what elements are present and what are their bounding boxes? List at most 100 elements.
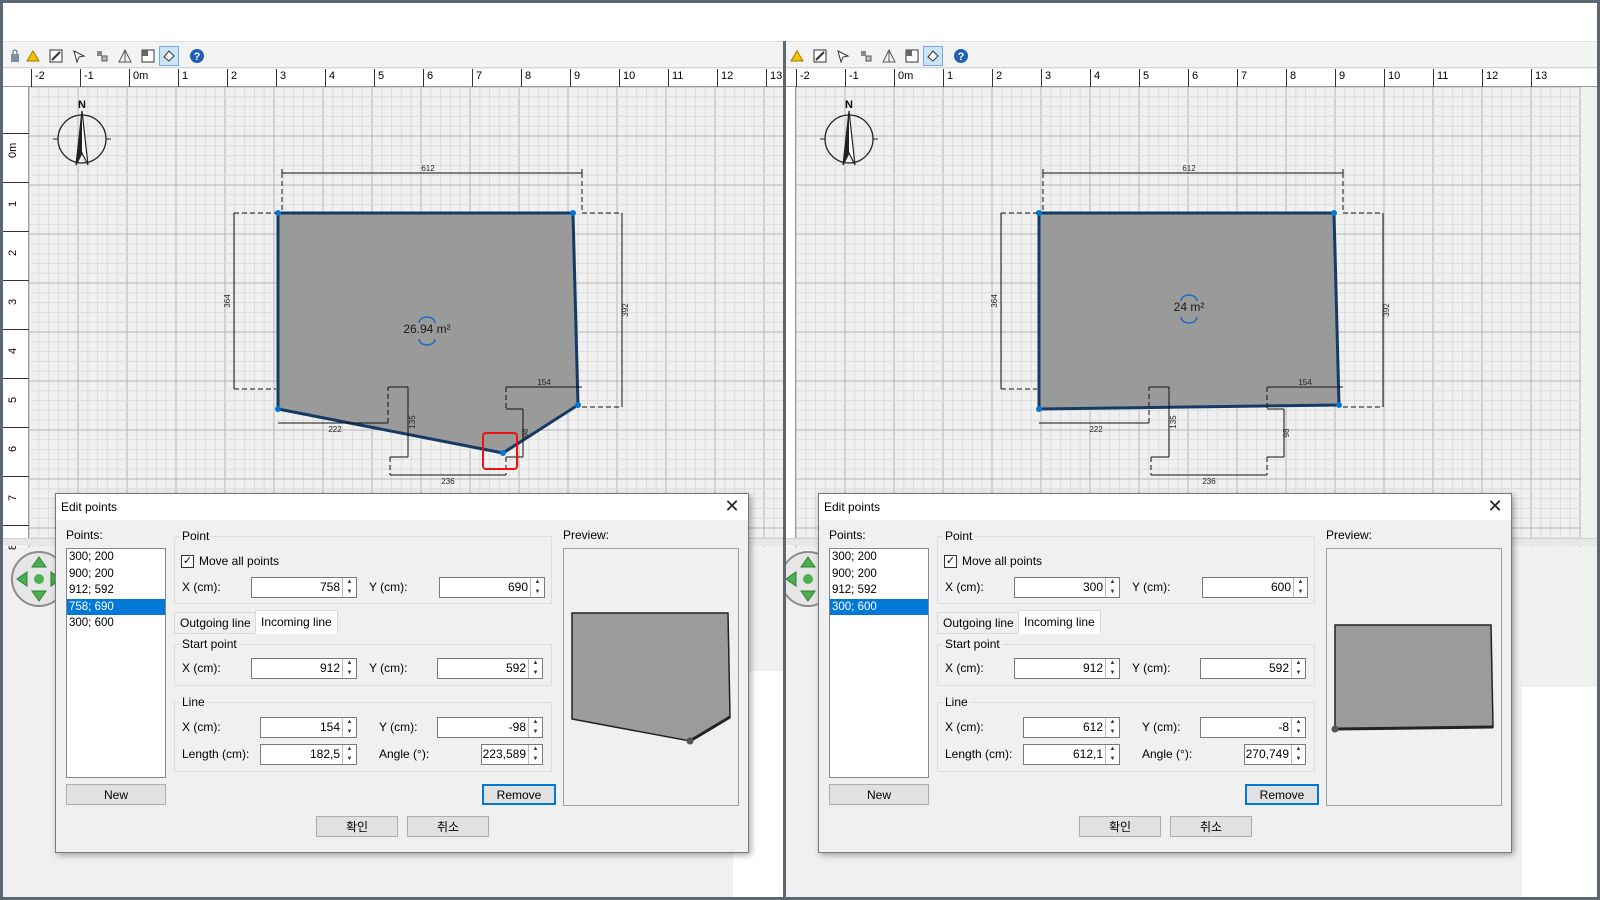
point-x-label: X (cm):	[182, 580, 221, 594]
select-icon[interactable]	[833, 46, 853, 66]
spinner-arrows-icon[interactable]: ▲ ▼	[530, 578, 544, 597]
create-walls-icon[interactable]	[115, 46, 135, 66]
pan-icon[interactable]	[92, 46, 112, 66]
room-point-handle[interactable]	[1036, 406, 1042, 412]
length-field[interactable]: 182,5 ▲ ▼	[260, 744, 357, 765]
tab-incoming-line[interactable]: Incoming line	[1018, 610, 1101, 634]
points-list[interactable]: 300; 200 900; 200 912; 592 758; 690 300; 600	[66, 548, 166, 778]
point-list-item[interactable]: 900; 200	[67, 566, 165, 583]
plan-canvas[interactable]: N 26.94 m² 612 364 392 222 135 236 154 98	[29, 87, 783, 547]
edit-points-icon[interactable]	[46, 46, 66, 66]
point-x-field[interactable]: 300 ▲ ▼	[1014, 577, 1120, 598]
ok-button[interactable]: 확인	[316, 816, 398, 837]
help-icon[interactable]: ?	[187, 46, 207, 66]
remove-button[interactable]: Remove	[1245, 784, 1319, 805]
point-list-item[interactable]: 912; 592	[830, 582, 928, 599]
start-y-field[interactable]: 592 ▲ ▼	[1200, 658, 1306, 679]
points-list[interactable]: 300; 200 900; 200 912; 592 300; 600	[829, 548, 929, 778]
spinner-arrows-icon[interactable]: ▲ ▼	[1291, 659, 1305, 678]
edit-points-icon[interactable]	[810, 46, 830, 66]
move-all-checkbox[interactable]: ✓	[944, 555, 957, 568]
point-list-item[interactable]: 300; 600	[830, 598, 928, 615]
new-button[interactable]: New	[829, 784, 929, 805]
spinner-arrows-icon[interactable]: ▲ ▼	[1105, 745, 1119, 764]
start-y-field[interactable]: 592 ▲ ▼	[437, 658, 543, 679]
remove-button[interactable]: Remove	[482, 784, 556, 805]
spinner-arrows-icon[interactable]: ▲ ▼	[528, 718, 542, 737]
spinner-arrows-icon[interactable]: ▲ ▼	[1293, 578, 1307, 597]
line-y-field[interactable]: -8 ▲ ▼	[1200, 717, 1306, 738]
create-rooms-icon[interactable]	[902, 46, 922, 66]
close-icon[interactable]: ✕	[1485, 497, 1505, 517]
room-point-handle[interactable]	[1336, 402, 1342, 408]
point-list-item[interactable]: 300; 200	[830, 549, 928, 566]
pan-icon[interactable]	[856, 46, 876, 66]
spinner-arrows-icon[interactable]: ▲ ▼	[528, 745, 542, 764]
length-field[interactable]: 612,1 ▲ ▼	[1023, 744, 1120, 765]
create-rooms-icon[interactable]	[138, 46, 158, 66]
spinner-arrows-icon[interactable]: ▲ ▼	[342, 718, 356, 737]
angle-field[interactable]: 270,749 ▲ ▼	[1244, 744, 1306, 765]
ruler-tick: 8	[1286, 69, 1296, 87]
ruler-tick: 6	[1188, 69, 1198, 87]
point-x-field-value: 300	[1082, 580, 1103, 594]
start-x-field[interactable]: 912 ▲ ▼	[1014, 658, 1120, 679]
spinner-arrows-icon[interactable]: ▲ ▼	[342, 659, 356, 678]
close-icon[interactable]: ✕	[722, 497, 742, 517]
edit-room-points-icon[interactable]	[159, 46, 179, 66]
spinner-arrows-icon[interactable]: ▲ ▼	[1105, 659, 1119, 678]
line-y-field[interactable]: -98 ▲ ▼	[437, 717, 543, 738]
room-point-handle[interactable]	[570, 210, 576, 216]
ok-button[interactable]: 확인	[1079, 816, 1161, 837]
spinner-arrows-icon[interactable]: ▲ ▼	[528, 659, 542, 678]
point-list-item[interactable]: 758; 690	[67, 598, 165, 615]
cancel-button[interactable]: 취소	[1170, 816, 1252, 837]
tab-outgoing-line[interactable]: Outgoing line	[937, 612, 1020, 634]
plan-lock-icon[interactable]	[787, 46, 807, 66]
point-list-item[interactable]: 300; 200	[67, 549, 165, 566]
point-y-field[interactable]: 600 ▲ ▼	[1202, 577, 1308, 598]
angle-field[interactable]: 223,589 ▲ ▼	[481, 744, 543, 765]
plan-toolbar: ?	[3, 41, 783, 68]
plan-lock-icon[interactable]	[23, 46, 43, 66]
new-button[interactable]: New	[66, 784, 166, 805]
preview-shape	[1331, 624, 1494, 733]
create-walls-icon[interactable]	[879, 46, 899, 66]
room-point-handle[interactable]	[575, 402, 581, 408]
ruler-tick: 1	[943, 69, 953, 87]
spinner-arrows-icon[interactable]: ▲ ▼	[1105, 718, 1119, 737]
plan-canvas[interactable]: N 24 m² 612 364 392 222 135 236 154 98	[796, 87, 1581, 547]
room-point-handle[interactable]	[275, 406, 281, 412]
tab-outgoing-line[interactable]: Outgoing line	[174, 612, 257, 634]
ruler-tick-label: 12	[1486, 70, 1499, 82]
room-point-handle[interactable]	[500, 450, 506, 456]
line-x-field[interactable]: 612 ▲ ▼	[1023, 717, 1120, 738]
dimension-label: 222	[1089, 425, 1103, 434]
point-list-item[interactable]: 912; 592	[67, 582, 165, 599]
start-x-field[interactable]: 912 ▲ ▼	[251, 658, 357, 679]
point-y-field[interactable]: 690 ▲ ▼	[439, 577, 545, 598]
point-x-field-value: 758	[319, 580, 340, 594]
cancel-button[interactable]: 취소	[407, 816, 489, 837]
edit-room-points-icon[interactable]	[923, 46, 943, 66]
points-label: Points:	[66, 528, 103, 542]
point-group-title: Point	[943, 529, 975, 543]
point-list-item[interactable]: 900; 200	[830, 566, 928, 583]
start-point-group-title: Start point	[180, 637, 239, 651]
spinner-arrows-icon[interactable]: ▲ ▼	[342, 745, 356, 764]
ruler-tick-label: 13	[1535, 70, 1548, 82]
spinner-arrows-icon[interactable]: ▲ ▼	[1291, 718, 1305, 737]
point-x-field[interactable]: 758 ▲ ▼	[251, 577, 357, 598]
select-icon[interactable]	[69, 46, 89, 66]
spinner-arrows-icon[interactable]: ▲ ▼	[1291, 745, 1305, 764]
room-point-handle[interactable]	[1331, 210, 1337, 216]
move-all-checkbox[interactable]: ✓	[181, 555, 194, 568]
help-icon[interactable]: ?	[951, 46, 971, 66]
ruler-tick: 13	[766, 69, 782, 87]
lock-icon[interactable]	[5, 46, 25, 66]
spinner-arrows-icon[interactable]: ▲ ▼	[342, 578, 356, 597]
point-list-item[interactable]: 300; 600	[67, 615, 165, 632]
spinner-arrows-icon[interactable]: ▲ ▼	[1105, 578, 1119, 597]
line-x-field[interactable]: 154 ▲ ▼	[260, 717, 357, 738]
tab-incoming-line[interactable]: Incoming line	[255, 610, 338, 634]
